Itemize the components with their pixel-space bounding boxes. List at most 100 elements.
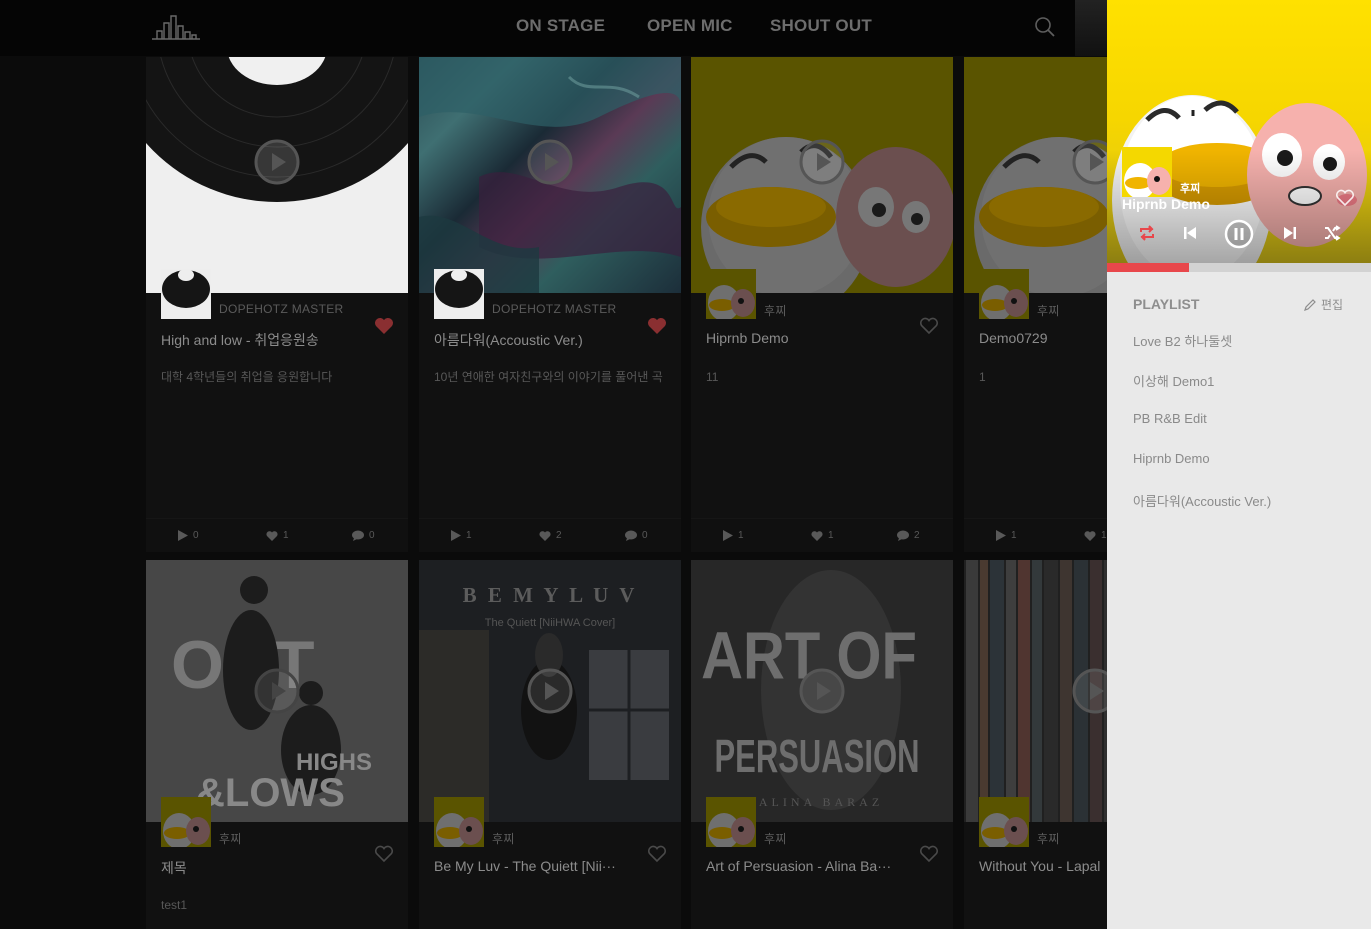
previous-icon[interactable] <box>1182 224 1198 242</box>
repeat-icon[interactable] <box>1138 224 1156 242</box>
track-title[interactable]: Be My Luv - The Quiett [Nii··· <box>434 858 639 874</box>
track-title[interactable]: Art of Persuasion - Alina Ba··· <box>706 858 911 874</box>
heart-icon[interactable] <box>374 845 394 863</box>
play-icon[interactable] <box>254 668 300 714</box>
comment-count: 2 <box>897 530 920 541</box>
play-count: 1 <box>996 530 1017 541</box>
artist-avatar[interactable] <box>706 797 756 847</box>
track-title[interactable]: Without You - Lapal <box>979 858 1107 874</box>
play-icon[interactable] <box>527 668 573 714</box>
track-cover[interactable]: ART OF PERSUASION ALINA BARAZ <box>691 560 953 822</box>
comment-icon <box>625 530 637 541</box>
search-icon[interactable] <box>1033 15 1057 39</box>
track-description: 10년 연애한 여자친구와의 이야기를 풀어낸 곡 <box>434 370 663 384</box>
track-description: 1 <box>979 370 986 384</box>
player-heart-icon[interactable] <box>1335 189 1355 207</box>
track-stats: 1 1 2 <box>691 518 953 552</box>
player-artist[interactable]: 후찌 <box>1180 180 1200 196</box>
pause-icon[interactable] <box>1224 219 1254 249</box>
track-title[interactable]: Demo0729 <box>979 330 1107 346</box>
heart-icon[interactable] <box>919 845 939 863</box>
track-card[interactable]: ART OF PERSUASION ALINA BARAZ 후찌 Art of … <box>691 560 953 929</box>
artist-name[interactable]: 후찌 <box>764 302 787 319</box>
cover-text-artist: ALINA BARAZ <box>759 795 883 809</box>
artist-avatar[interactable] <box>434 797 484 847</box>
playlist-item[interactable]: 이상해 Demo1 <box>1133 371 1214 390</box>
track-stats: 1 2 0 <box>419 518 681 552</box>
artist-name[interactable]: 후찌 <box>1037 830 1060 847</box>
track-card[interactable]: 후찌 Hiprnb Demo 1 1 1 1 2 <box>691 57 953 552</box>
like-count: 1 <box>811 530 834 541</box>
playlist-item[interactable]: Hiprnb Demo <box>1133 451 1210 466</box>
play-count: 0 <box>178 530 199 541</box>
play-small-icon <box>996 530 1006 541</box>
nav-shout-out[interactable]: SHOUT OUT <box>770 16 872 36</box>
artist-avatar[interactable] <box>161 797 211 847</box>
play-icon[interactable] <box>254 139 300 185</box>
play-small-icon <box>451 530 461 541</box>
top-navigation: ON STAGE OPEN MIC SHOUT OUT <box>0 0 1107 56</box>
artist-name[interactable]: 후찌 <box>219 830 242 847</box>
track-cover[interactable] <box>964 57 1107 293</box>
artist-name[interactable]: DOPEHOTZ MASTER <box>492 302 617 316</box>
artist-avatar[interactable] <box>161 269 211 319</box>
playlist-item[interactable]: Love B2 하나둘셋 <box>1133 331 1232 350</box>
track-card[interactable]: 후찌 Without You - Lapal <box>964 560 1107 929</box>
track-description: test1 <box>161 898 188 912</box>
play-small-icon <box>178 530 188 541</box>
app-root: DOPEHOTZ MASTER High and low - 취업응원송 대학 … <box>0 0 1371 929</box>
track-cover[interactable]: B E M Y L U V The Quiett [NiiHWA Cover] <box>419 560 681 822</box>
artist-avatar[interactable] <box>434 269 484 319</box>
play-count: 1 <box>451 530 472 541</box>
track-cover[interactable] <box>419 57 681 293</box>
track-card[interactable]: 후찌 Demo0729 1 1 1 <box>964 57 1107 552</box>
play-icon[interactable] <box>527 139 573 185</box>
play-icon[interactable] <box>799 139 845 185</box>
like-count: 2 <box>539 530 562 541</box>
play-icon[interactable] <box>799 668 845 714</box>
now-playing: 후찌 Hiprnb Demo <box>1107 0 1371 263</box>
heart-icon[interactable] <box>647 845 667 863</box>
shuffle-icon[interactable] <box>1323 224 1341 242</box>
heart-icon[interactable] <box>919 317 939 335</box>
mini-cover <box>1122 147 1172 197</box>
heart-icon-liked[interactable] <box>647 317 667 335</box>
logo-icon[interactable] <box>152 13 200 41</box>
track-cover[interactable]: OCT HIGHS &LOWS <box>146 560 408 822</box>
playlist-edit-button[interactable]: 편집 <box>1303 296 1343 313</box>
next-icon[interactable] <box>1282 224 1298 242</box>
artist-avatar[interactable] <box>706 269 756 319</box>
track-cover[interactable] <box>964 560 1107 822</box>
play-icon[interactable] <box>1072 668 1107 714</box>
heart-icon-liked[interactable] <box>374 317 394 335</box>
player-title[interactable]: Hiprnb Demo <box>1122 196 1210 212</box>
artist-name[interactable]: 후찌 <box>764 830 787 847</box>
track-card[interactable]: OCT HIGHS &LOWS 후찌 제목 test1 <box>146 560 408 929</box>
nav-open-mic[interactable]: OPEN MIC <box>647 16 733 36</box>
artist-name[interactable]: 후찌 <box>1037 302 1060 319</box>
artist-avatar[interactable] <box>979 269 1029 319</box>
heart-small-icon <box>266 530 278 541</box>
artist-name[interactable]: DOPEHOTZ MASTER <box>219 302 344 316</box>
track-title[interactable]: Hiprnb Demo <box>706 330 911 346</box>
profile-avatar-edge[interactable] <box>1075 0 1107 56</box>
track-card[interactable]: DOPEHOTZ MASTER High and low - 취업응원송 대학 … <box>146 57 408 552</box>
cover-text-title: B E M Y L U V <box>463 583 638 607</box>
playback-progress-bar[interactable] <box>1107 263 1371 272</box>
track-title[interactable]: High and low - 취업응원송 <box>161 330 366 350</box>
playlist-item[interactable]: 아름다워(Accoustic Ver.) <box>1133 491 1271 510</box>
artist-name[interactable]: 후찌 <box>492 830 515 847</box>
play-icon[interactable] <box>1072 139 1107 185</box>
track-cover[interactable] <box>146 57 408 293</box>
track-card[interactable]: B E M Y L U V The Quiett [NiiHWA Cover] … <box>419 560 681 929</box>
track-card[interactable]: DOPEHOTZ MASTER 아름다워(Accoustic Ver.) 10년… <box>419 57 681 552</box>
track-title[interactable]: 제목 <box>161 858 366 878</box>
playlist-item[interactable]: PB R&B Edit <box>1133 411 1207 426</box>
nav-on-stage[interactable]: ON STAGE <box>516 16 605 36</box>
play-count: 1 <box>723 530 744 541</box>
track-title[interactable]: 아름다워(Accoustic Ver.) <box>434 330 639 350</box>
track-cover[interactable] <box>691 57 953 293</box>
like-count: 1 <box>266 530 289 541</box>
artist-avatar[interactable] <box>979 797 1029 847</box>
comment-count: 0 <box>625 530 648 541</box>
